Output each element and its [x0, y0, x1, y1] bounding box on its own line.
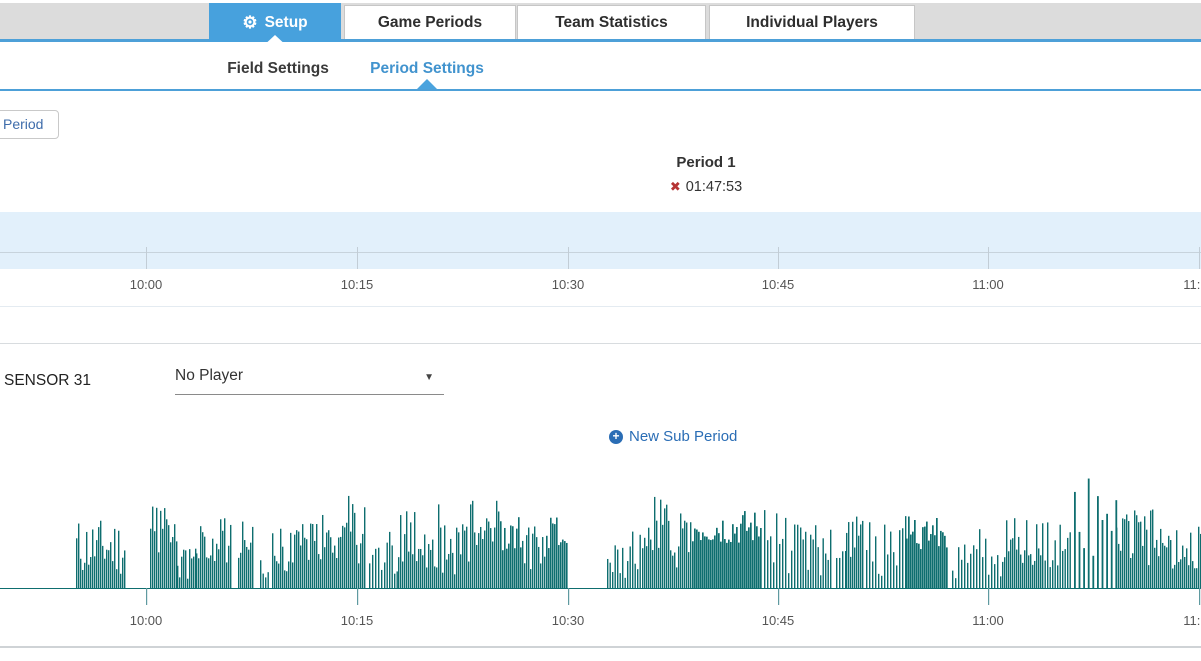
time-tick-label: 10:45 [755, 277, 801, 292]
period-timeline-band[interactable] [0, 212, 1201, 269]
time-tick-label: 10:30 [545, 277, 591, 292]
active-tab-arrow [261, 35, 289, 48]
time-tick-label: 10:00 [123, 613, 169, 628]
tab-team-statistics[interactable]: Team Statistics [517, 5, 706, 39]
active-subtab-arrow [417, 79, 437, 89]
timeline-tick [1199, 247, 1200, 269]
subtab-field-settings[interactable]: Field Settings [203, 60, 353, 78]
period-button-label: Period [3, 116, 43, 132]
time-tick-label: 10:15 [334, 613, 380, 628]
sensor-activity-waveform [0, 450, 1201, 620]
new-sub-period-link[interactable]: New Sub Period [609, 428, 829, 445]
time-tick-label: 11:15 [1176, 277, 1201, 292]
timeline-ruler-line [0, 252, 1201, 253]
divider [0, 306, 1201, 307]
subtab-field-settings-label: Field Settings [227, 60, 329, 77]
time-tick-label: 11:00 [965, 277, 1011, 292]
period-duration-row: ✖ 01:47:53 [606, 179, 806, 195]
timeline-tick [778, 247, 779, 269]
timeline-tick [146, 247, 147, 269]
tab-bar-underline [0, 39, 1201, 42]
chevron-down-icon: ▼ [424, 372, 434, 383]
subtab-period-settings[interactable]: Period Settings [352, 60, 502, 78]
period-title: Period 1 [606, 154, 806, 171]
subnav-underline [0, 89, 1201, 91]
tab-game-periods[interactable]: Game Periods [344, 5, 516, 39]
tab-individual-players[interactable]: Individual Players [709, 5, 915, 39]
subtab-period-settings-label: Period Settings [370, 60, 484, 77]
time-tick-label: 11:00 [965, 613, 1011, 628]
period-duration: 01:47:53 [686, 179, 742, 195]
timeline-tick [357, 247, 358, 269]
tab-individual-players-label: Individual Players [746, 14, 878, 32]
new-sub-period-label: New Sub Period [629, 428, 737, 445]
tab-game-periods-label: Game Periods [378, 14, 482, 32]
period-button[interactable]: Period [0, 110, 59, 139]
time-tick-label: 10:15 [334, 277, 380, 292]
timeline-tick [568, 247, 569, 269]
delete-period-icon[interactable]: ✖ [670, 179, 681, 194]
plus-circle-icon [609, 430, 623, 444]
time-tick-label: 10:30 [545, 613, 591, 628]
time-tick-label: 11:15 [1176, 613, 1201, 628]
divider [0, 646, 1201, 648]
timeline-tick [988, 247, 989, 269]
period-settings-page: ⚙ Setup Game Periods Team Statistics Ind… [0, 0, 1201, 661]
tab-setup-label: Setup [265, 14, 308, 32]
time-tick-label: 10:00 [123, 277, 169, 292]
divider [0, 343, 1201, 344]
tab-team-statistics-label: Team Statistics [555, 14, 668, 32]
gear-icon: ⚙ [242, 14, 257, 31]
sensor-label: SENSOR 31 [4, 372, 91, 390]
time-tick-label: 10:45 [755, 613, 801, 628]
player-select-dropdown[interactable]: No Player ▼ [175, 363, 444, 395]
player-select-value: No Player [175, 367, 243, 385]
